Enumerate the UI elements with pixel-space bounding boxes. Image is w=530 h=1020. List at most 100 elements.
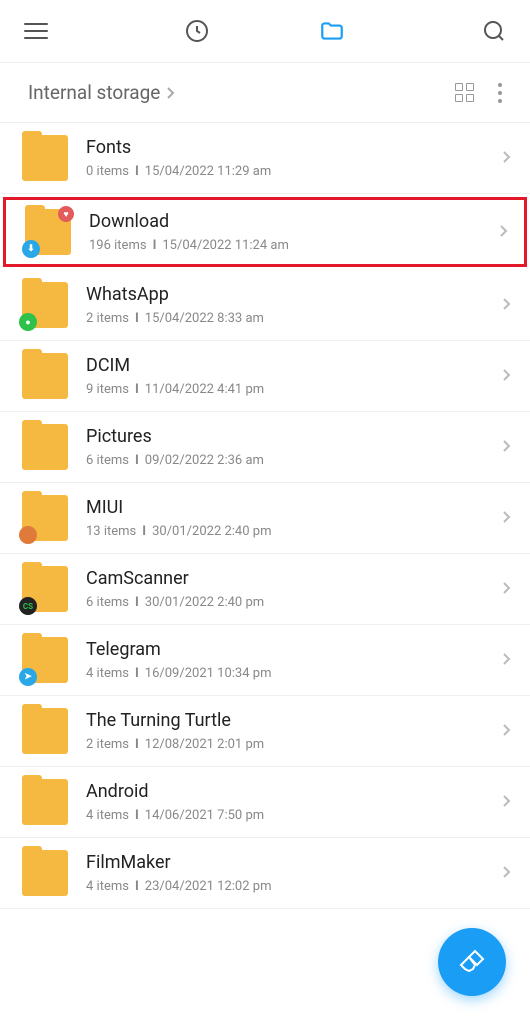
folder-name: Download: [89, 211, 499, 232]
folder-meta: 196 itemsI15/04/2022 11:24 am: [89, 238, 499, 253]
recent-tab-icon[interactable]: [185, 19, 209, 43]
folder-date: 16/09/2021 10:34 pm: [145, 666, 272, 681]
folder-item-count: 0 items: [86, 164, 129, 179]
folder-list: Fonts0 itemsI15/04/2022 11:29 am♥⬇Downlo…: [0, 123, 530, 909]
folder-name: Fonts: [86, 137, 502, 158]
separator: I: [135, 808, 139, 823]
folder-meta: 6 itemsI09/02/2022 2:36 am: [86, 453, 502, 468]
folder-row[interactable]: The Turning Turtle 2 items I 12/08/2021 2:0…: [0, 696, 530, 767]
folder-item-count: 4 items: [86, 808, 129, 823]
folder-badge-icon: CS: [19, 597, 37, 615]
folder-meta: 6 items I 30/01/2022 2:40 pm: [86, 595, 502, 610]
folder-meta: 4 itemsI23/04/2021 12:02 pm: [86, 879, 502, 894]
folder-item-count: 2 items: [86, 737, 129, 752]
folder-name: Android: [86, 781, 502, 802]
folder-item-count: 6 items: [86, 453, 129, 468]
folder-row[interactable]: ●WhatsApp2 itemsI15/04/2022 8:33 am: [0, 270, 530, 341]
chevron-right-icon: [502, 293, 512, 317]
folder-item-count: 6 items: [86, 595, 129, 610]
folder-date: 15/04/2022 11:24 am: [162, 238, 288, 253]
separator: I: [153, 238, 157, 253]
folder-name: The Turning Turtle: [86, 710, 502, 731]
separator: I: [135, 737, 139, 752]
folder-info: Android 4 items I 14/06/2021 7:50 pm: [86, 781, 502, 823]
folder-badge-icon: ●: [19, 313, 37, 331]
top-bar: [0, 0, 530, 63]
broom-icon: [455, 945, 489, 979]
folder-info: Fonts 0 itemsI15/04/2022 11:29 am: [86, 137, 502, 179]
separator: I: [135, 595, 139, 610]
folder-icon: ●: [22, 282, 68, 328]
hamburger-icon[interactable]: [24, 23, 48, 39]
folder-date: 14/06/2021 7:50 pm: [145, 808, 264, 823]
chevron-right-icon: [502, 861, 512, 885]
folder-name: Telegram: [86, 639, 502, 660]
folder-date: 11/04/2022 4:41 pm: [145, 382, 264, 397]
folder-date: 23/04/2021 12:02 pm: [145, 879, 272, 894]
folder-badge-icon: ♥: [58, 206, 74, 222]
separator: I: [135, 311, 139, 326]
chevron-right-icon: [502, 506, 512, 530]
grid-view-icon[interactable]: [455, 83, 474, 102]
folder-info: The Turning Turtle 2 items I 12/08/2021 2:0…: [86, 710, 502, 752]
chevron-right-icon: [502, 719, 512, 743]
folder-row[interactable]: Android 4 items I 14/06/2021 7:50 pm: [0, 767, 530, 838]
folder-meta: 0 itemsI15/04/2022 11:29 am: [86, 164, 502, 179]
folder-info: WhatsApp2 itemsI15/04/2022 8:33 am: [86, 284, 502, 326]
folder-name: CamScanner: [86, 568, 502, 589]
chevron-right-icon: [499, 220, 509, 244]
folder-icon: [22, 135, 68, 181]
folder-meta: 9 itemsI11/04/2022 4:41 pm: [86, 382, 502, 397]
folder-tab-icon[interactable]: [319, 18, 345, 44]
folder-date: 30/01/2022 2:40 pm: [152, 524, 271, 539]
clean-fab-button[interactable]: [438, 928, 506, 996]
folder-item-count: 4 items: [86, 666, 129, 681]
folder-item-count: 13 items: [86, 524, 136, 539]
separator: I: [135, 453, 139, 468]
folder-name: Pictures: [86, 426, 502, 447]
folder-icon: [22, 779, 68, 825]
folder-name: DCIM: [86, 355, 502, 376]
chevron-right-icon: [502, 364, 512, 388]
separator: I: [135, 666, 139, 681]
folder-item-count: 2 items: [86, 311, 129, 326]
folder-date: 12/08/2021 2:01 pm: [145, 737, 264, 752]
folder-item-count: 4 items: [86, 879, 129, 894]
folder-date: 30/01/2022 2:40 pm: [145, 595, 264, 610]
folder-icon: [22, 850, 68, 896]
folder-info: CamScanner 6 items I 30/01/2022 2:40 pm: [86, 568, 502, 610]
folder-info: Pictures6 itemsI09/02/2022 2:36 am: [86, 426, 502, 468]
folder-info: Telegram 4 items I 16/09/2021 10:34 pm: [86, 639, 502, 681]
folder-info: DCIM 9 itemsI11/04/2022 4:41 pm: [86, 355, 502, 397]
separator: I: [142, 524, 146, 539]
chevron-right-icon: [502, 790, 512, 814]
folder-icon: CS: [22, 566, 68, 612]
chevron-right-icon: [502, 648, 512, 672]
folder-name: WhatsApp: [86, 284, 502, 305]
folder-row[interactable]: MIUI 13 items I 30/01/2022 2:40 pm: [0, 483, 530, 554]
folder-row[interactable]: ♥⬇Download196 itemsI15/04/2022 11:24 am: [3, 197, 527, 267]
folder-icon: [22, 708, 68, 754]
folder-row[interactable]: DCIM 9 itemsI11/04/2022 4:41 pm: [0, 341, 530, 412]
folder-meta: 4 items I 16/09/2021 10:34 pm: [86, 666, 502, 681]
folder-row[interactable]: CS CamScanner 6 items I 30/01/2022 2:40 pm: [0, 554, 530, 625]
folder-date: 15/04/2022 11:29 am: [145, 164, 271, 179]
breadcrumb[interactable]: Internal storage: [28, 81, 176, 104]
folder-row[interactable]: Pictures6 itemsI09/02/2022 2:36 am: [0, 412, 530, 483]
search-icon[interactable]: [482, 19, 506, 43]
folder-icon: [22, 495, 68, 541]
folder-icon: ♥⬇: [25, 209, 71, 255]
folder-icon: [22, 353, 68, 399]
folder-row[interactable]: Fonts 0 itemsI15/04/2022 11:29 am: [0, 123, 530, 194]
folder-meta: 4 items I 14/06/2021 7:50 pm: [86, 808, 502, 823]
folder-badge-icon: [19, 526, 37, 544]
folder-row[interactable]: FilmMaker4 itemsI23/04/2021 12:02 pm: [0, 838, 530, 909]
folder-meta: 13 items I 30/01/2022 2:40 pm: [86, 524, 502, 539]
folder-info: FilmMaker4 itemsI23/04/2021 12:02 pm: [86, 852, 502, 894]
folder-icon: ➤: [22, 637, 68, 683]
folder-meta: 2 itemsI15/04/2022 8:33 am: [86, 311, 502, 326]
folder-row[interactable]: ➤ Telegram 4 items I 16/09/2021 10:34 pm: [0, 625, 530, 696]
folder-name: MIUI: [86, 497, 502, 518]
more-icon[interactable]: [498, 83, 502, 103]
chevron-right-icon: [502, 435, 512, 459]
